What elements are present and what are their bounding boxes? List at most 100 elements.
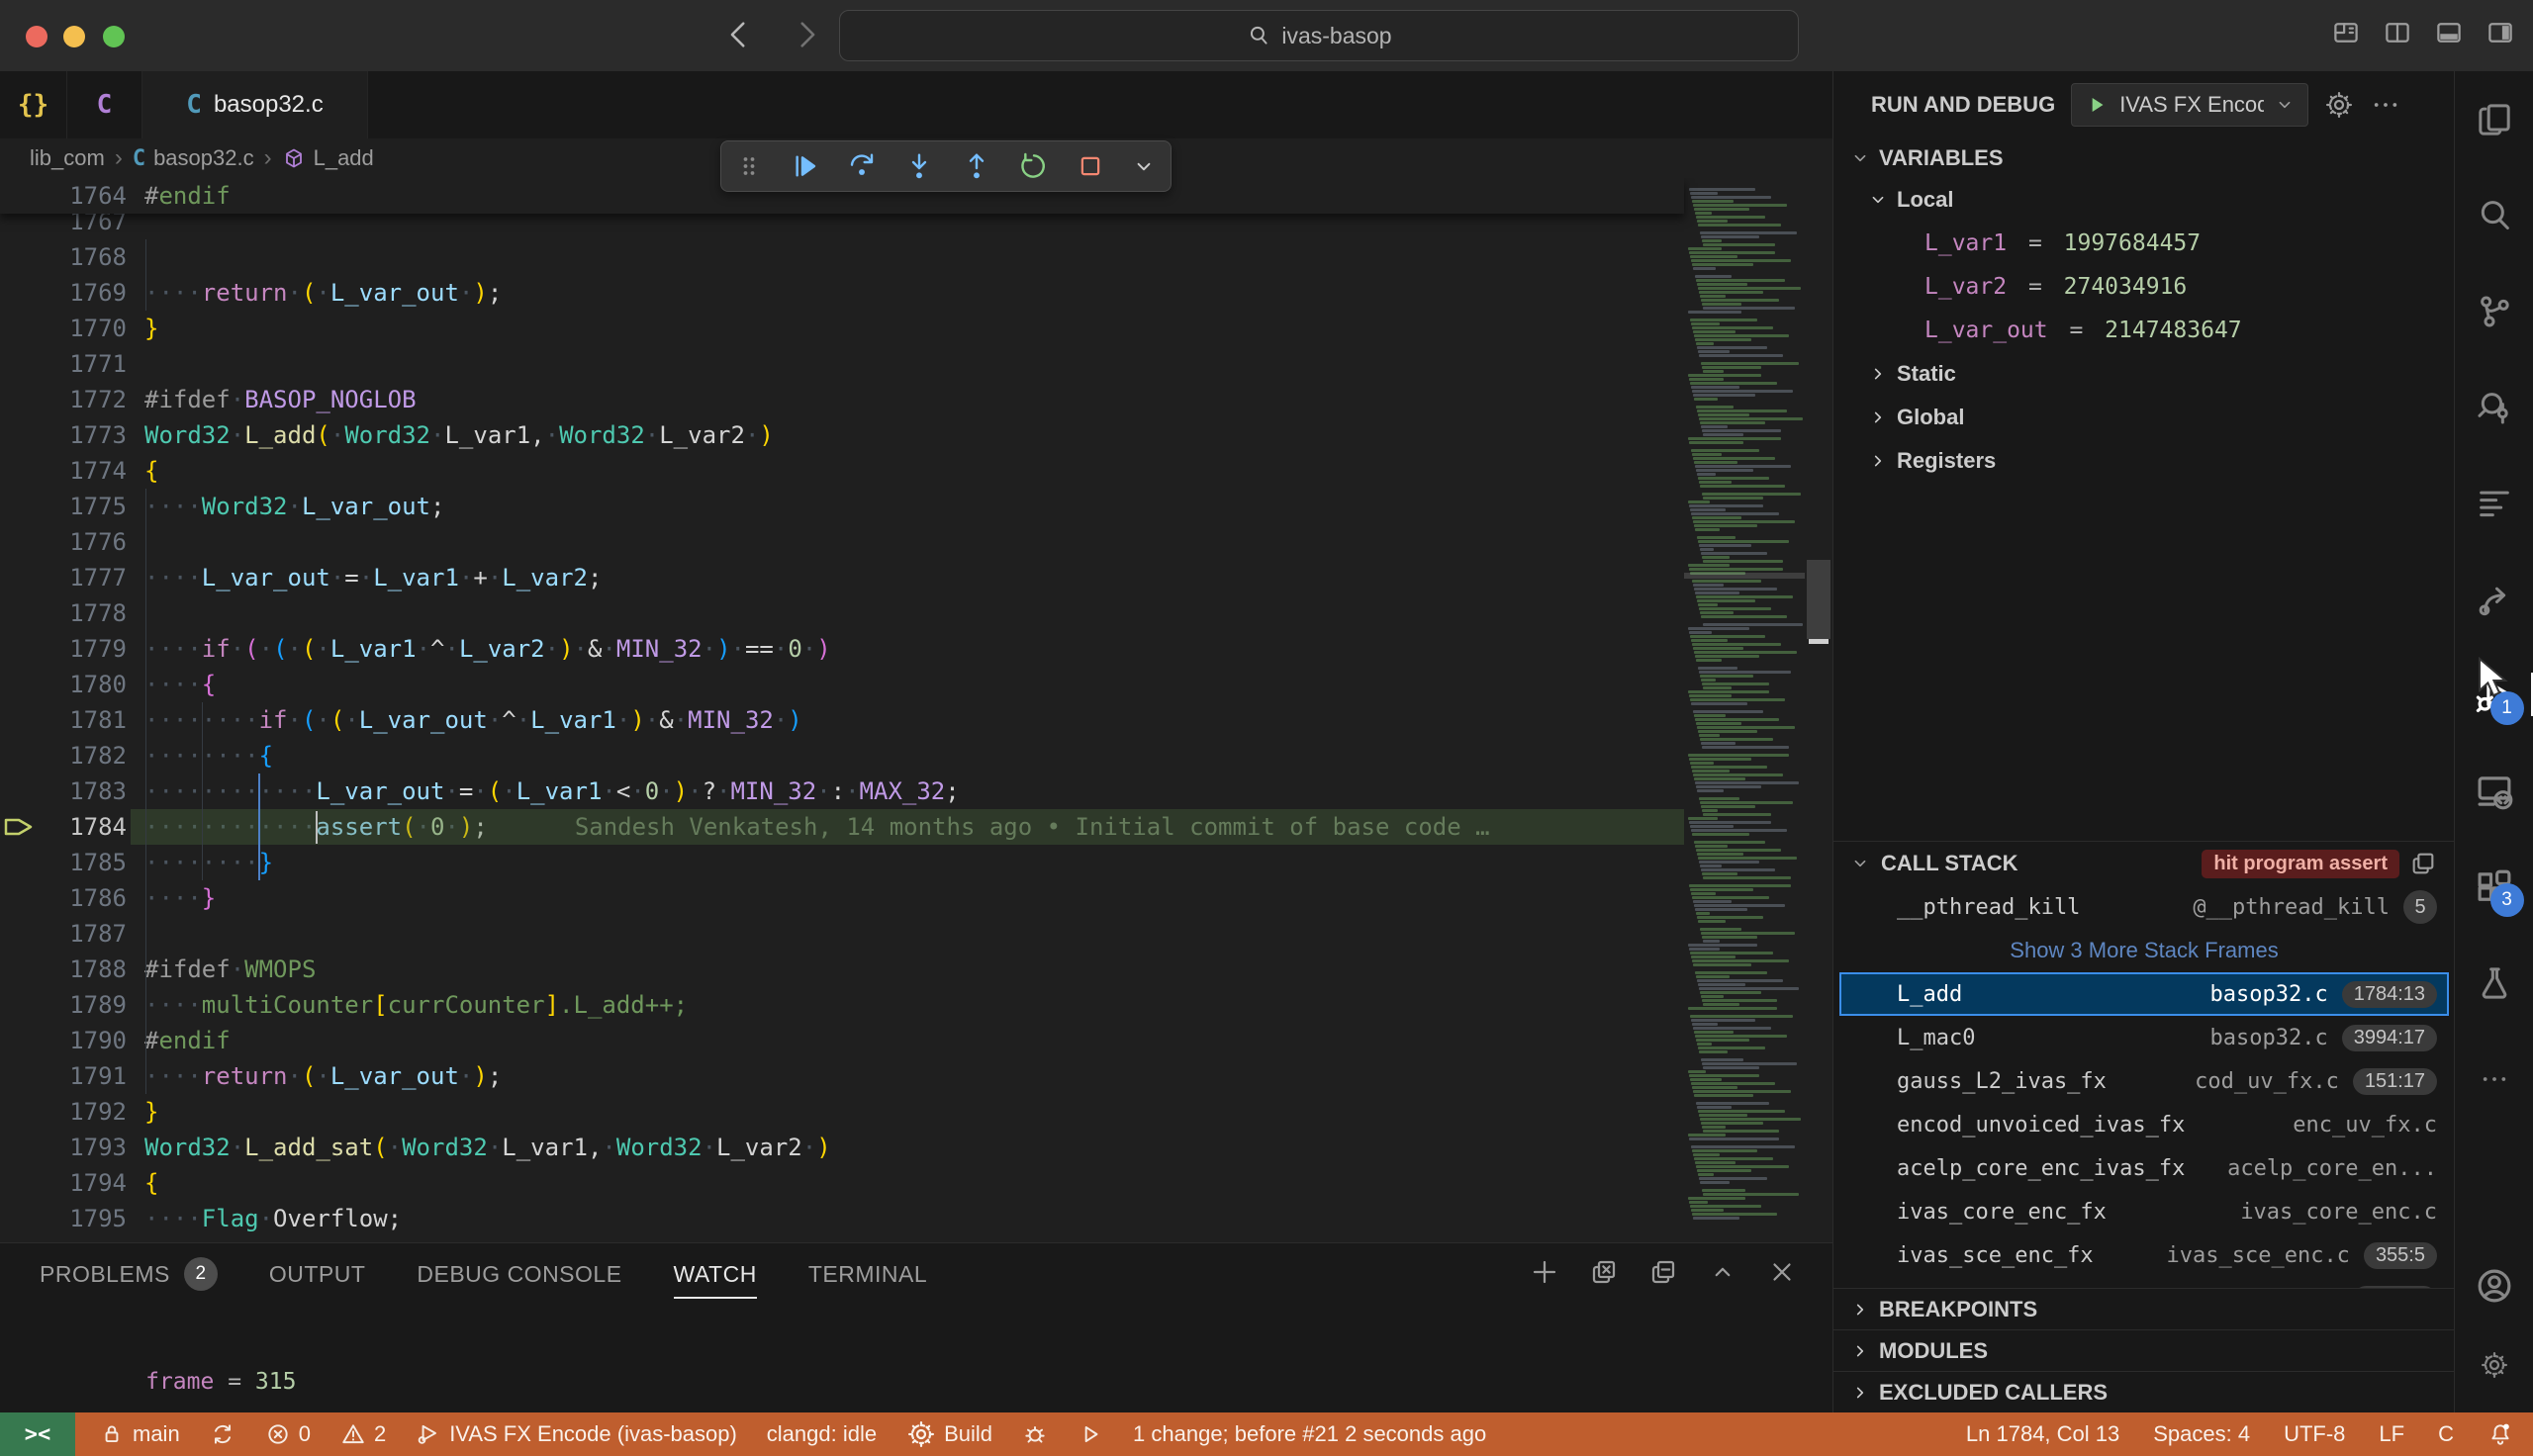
status-item-lf[interactable]: LF: [2379, 1421, 2404, 1447]
sidebar-more-actions-icon[interactable]: [2370, 89, 2401, 121]
callstack-frame-__pthread_kill[interactable]: __pthread_kill@__pthread_kill5: [1833, 885, 2455, 929]
scrollbar-slider[interactable]: [1807, 560, 1830, 639]
activity-outline-icon[interactable]: [2455, 455, 2533, 551]
nav-forward-icon[interactable]: [790, 18, 823, 51]
start-debug-icon[interactable]: [2084, 92, 2110, 118]
status-item-spaces-4[interactable]: Spaces: 4: [2153, 1421, 2250, 1447]
variables-section-header[interactable]: VARIABLES: [1833, 138, 2454, 178]
activity-share-icon[interactable]: [2455, 551, 2533, 647]
status-item-main[interactable]: main: [99, 1421, 180, 1447]
copy-call-stack-icon[interactable]: [2409, 850, 2437, 877]
callstack-frame-L_mac0[interactable]: L_mac0basop32.c3994:17: [1833, 1016, 2455, 1059]
status-item-play[interactable]: [1078, 1421, 1103, 1447]
debug-settings-gear-icon[interactable]: [2324, 90, 2354, 120]
debug-chevron-down-button[interactable]: [1131, 153, 1157, 179]
code-text: #ifdef·BASOP_NOGLOB: [127, 382, 417, 417]
callstack-frame-ivas_sce_enc_fx[interactable]: ivas_sce_enc_fxivas_sce_enc.c355:5: [1833, 1233, 2455, 1277]
status-item-c[interactable]: C: [2438, 1421, 2454, 1447]
debug-continue-button[interactable]: [789, 150, 820, 182]
status-item-1-change-before-21-2-sec[interactable]: 1 change; before #21 2 seconds ago: [1133, 1421, 1486, 1447]
panel-tab-debug-console[interactable]: DEBUG CONSOLE: [417, 1243, 621, 1305]
close-window-button[interactable]: [26, 26, 47, 47]
layout-button[interactable]: [2331, 18, 2361, 47]
line-number: 1785: [0, 845, 127, 880]
activity-extensions-icon[interactable]: 3: [2455, 839, 2533, 935]
status-item-2[interactable]: 2: [340, 1421, 386, 1447]
activity-remote-explorer-icon[interactable]: [2455, 743, 2533, 839]
status-item-ln-1784-col-13[interactable]: Ln 1784, Col 13: [1966, 1421, 2119, 1447]
maximize-window-button[interactable]: [103, 26, 125, 47]
tab-basop32.c[interactable]: Cbasop32.c: [142, 71, 368, 138]
variables-group-registers[interactable]: Registers: [1833, 439, 2454, 483]
panel-tab-watch[interactable]: WATCH: [674, 1243, 757, 1305]
callstack-frame-L_add[interactable]: L_addbasop32.c1784:13: [1839, 972, 2449, 1016]
launch-config-dropdown[interactable]: IVAS FX Encod: [2071, 83, 2308, 127]
nav-back-icon[interactable]: [722, 18, 756, 51]
callstack-frame-ivas_core_enc_fx[interactable]: ivas_core_enc_fxivas_core_enc.c: [1833, 1190, 2455, 1233]
editor-scrollbar[interactable]: [1805, 178, 1832, 1242]
callstack-frame-gauss_L2_ivas_fx[interactable]: gauss_L2_ivas_fxcod_uv_fx.c151:17: [1833, 1059, 2455, 1103]
text-caret: [316, 811, 318, 844]
collapse-all-button[interactable]: [1648, 1257, 1678, 1287]
vscode-window: ivas-basop {}CCbasop32.c lib_com›Cbasop3…: [0, 0, 2533, 1456]
activity-search-icon[interactable]: [2455, 167, 2533, 263]
minimap[interactable]: [1684, 178, 1805, 1242]
status-item-utf-8[interactable]: UTF-8: [2284, 1421, 2345, 1447]
code-editor[interactable]: 176717681769····return·(·L_var_out·);177…: [0, 178, 1832, 1242]
variable-row[interactable]: L_var2 = 274034916: [1833, 265, 2454, 309]
activity-more-h-icon[interactable]: [2455, 1031, 2533, 1127]
panel-tab-problems[interactable]: PROBLEMS2: [40, 1243, 218, 1305]
debug-step-into-button[interactable]: [903, 150, 935, 182]
callstack-frame-ivas_enc_fx[interactable]: ivas_enc_fxivas_enc.c510:13: [1833, 1277, 2455, 1288]
callstack-frame-encod_unvoiced_ivas_fx[interactable]: encod_unvoiced_ivas_fxenc_uv_fx.c: [1833, 1103, 2455, 1146]
section-excluded-callers[interactable]: EXCLUDED CALLERS: [1833, 1371, 2455, 1412]
activity-source-control-icon[interactable]: [2455, 263, 2533, 359]
status-item-bug[interactable]: [1022, 1421, 1048, 1447]
panel-tab-terminal[interactable]: TERMINAL: [808, 1243, 927, 1305]
remote-indicator[interactable]: ><: [0, 1412, 75, 1456]
breadcrumb-item-L_add[interactable]: L_add: [282, 145, 374, 171]
section-breakpoints[interactable]: BREAKPOINTS: [1833, 1288, 2455, 1329]
debug-restart-button[interactable]: [1018, 150, 1050, 182]
add-button[interactable]: [1530, 1257, 1559, 1287]
status-item-clangd-idle[interactable]: clangd: idle: [767, 1421, 877, 1447]
activity-search-commit-icon[interactable]: [2455, 359, 2533, 455]
status-item-ivas-fx-encode-ivas-baso[interactable]: IVAS FX Encode (ivas-basop): [416, 1421, 737, 1447]
status-item-bell[interactable]: [2487, 1421, 2513, 1447]
panel-tab-output[interactable]: OUTPUT: [269, 1243, 366, 1305]
callstack-frame-acelp_core_enc_ivas_fx[interactable]: acelp_core_enc_ivas_fxacelp_core_en...: [1833, 1146, 2455, 1190]
status-item-0[interactable]: 0: [265, 1421, 311, 1447]
run-and-debug-sidebar: RUN AND DEBUG IVAS FX Encod VARIABLES Lo…: [1832, 71, 2454, 1412]
chevron-up-button[interactable]: [1708, 1257, 1737, 1287]
status-item-sync[interactable]: [210, 1421, 235, 1447]
activity-beaker-icon[interactable]: [2455, 935, 2533, 1031]
debug-step-out-button[interactable]: [961, 150, 992, 182]
command-center-search[interactable]: ivas-basop: [839, 10, 1799, 61]
call-stack-header[interactable]: CALL STACK hit program assert: [1833, 842, 2455, 885]
frame-file: acelp_core_en...: [2227, 1156, 2437, 1181]
variables-group-static[interactable]: Static: [1833, 352, 2454, 396]
tab-pinned-1[interactable]: C: [67, 71, 142, 138]
variable-row[interactable]: L_var_out = 2147483647: [1833, 309, 2454, 352]
close-all-button[interactable]: [1589, 1257, 1619, 1287]
line-number: 1792: [0, 1094, 127, 1130]
debug-step-over-button[interactable]: [846, 150, 878, 182]
panel-bottom-button[interactable]: [2434, 18, 2464, 47]
show-more-stack-frames-link[interactable]: Show 3 More Stack Frames: [1833, 929, 2455, 972]
section-modules[interactable]: MODULES: [1833, 1329, 2455, 1371]
debug-stop-button[interactable]: [1076, 151, 1105, 181]
activity-gear-icon[interactable]: [2455, 1325, 2533, 1405]
variables-group-global[interactable]: Global: [1833, 396, 2454, 439]
variable-row[interactable]: L_var1 = 1997684457: [1833, 222, 2454, 265]
minimize-window-button[interactable]: [63, 26, 85, 47]
variables-group-local[interactable]: Local: [1833, 178, 2454, 222]
sidebar-right-button[interactable]: [2486, 18, 2515, 47]
breadcrumb-item-basop32.c[interactable]: Cbasop32.c: [133, 145, 254, 171]
breadcrumb-item-lib_com[interactable]: lib_com: [30, 145, 105, 171]
tab-pinned-0[interactable]: {}: [0, 71, 67, 138]
status-item-build[interactable]: Build: [906, 1419, 992, 1449]
close-button[interactable]: [1767, 1257, 1797, 1287]
activity-account-icon[interactable]: [2455, 1246, 2533, 1325]
split-cols-button[interactable]: [2383, 18, 2412, 47]
activity-files-icon[interactable]: [2455, 71, 2533, 167]
